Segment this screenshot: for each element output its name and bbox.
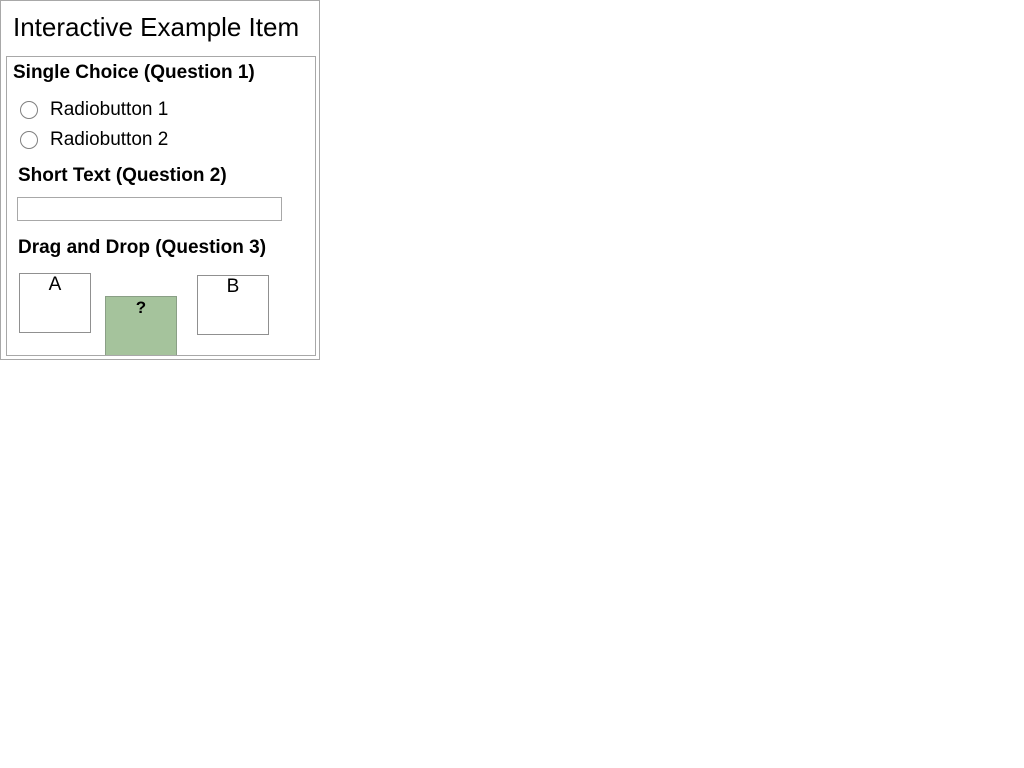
radio-option-1[interactable]: Radiobutton 1 [20, 99, 168, 121]
radio-option-2[interactable]: Radiobutton 2 [20, 129, 168, 151]
question-2-heading: Short Text (Question 2) [18, 165, 227, 186]
radio-circle-icon[interactable] [20, 101, 38, 119]
item-frame: Interactive Example Item Single Choice (… [0, 0, 320, 360]
questions-panel: Single Choice (Question 1) Radiobutton 1… [6, 56, 316, 356]
drop-target-a[interactable]: A [19, 273, 91, 333]
radio-option-label: Radiobutton 2 [50, 129, 169, 150]
drop-target-b[interactable]: B [197, 275, 269, 335]
radio-circle-icon[interactable] [20, 131, 38, 149]
radio-option-label: Radiobutton 1 [50, 99, 169, 120]
drag-token[interactable]: ? [105, 296, 177, 355]
question-3-heading: Drag and Drop (Question 3) [18, 237, 267, 258]
question-1-heading: Single Choice (Question 1) [13, 62, 255, 83]
drop-target-a-label: A [48, 274, 62, 295]
drag-token-label: ? [135, 298, 147, 317]
item-title: Interactive Example Item [13, 12, 300, 42]
drop-target-b-label: B [226, 276, 240, 297]
short-text-input[interactable] [17, 197, 282, 221]
